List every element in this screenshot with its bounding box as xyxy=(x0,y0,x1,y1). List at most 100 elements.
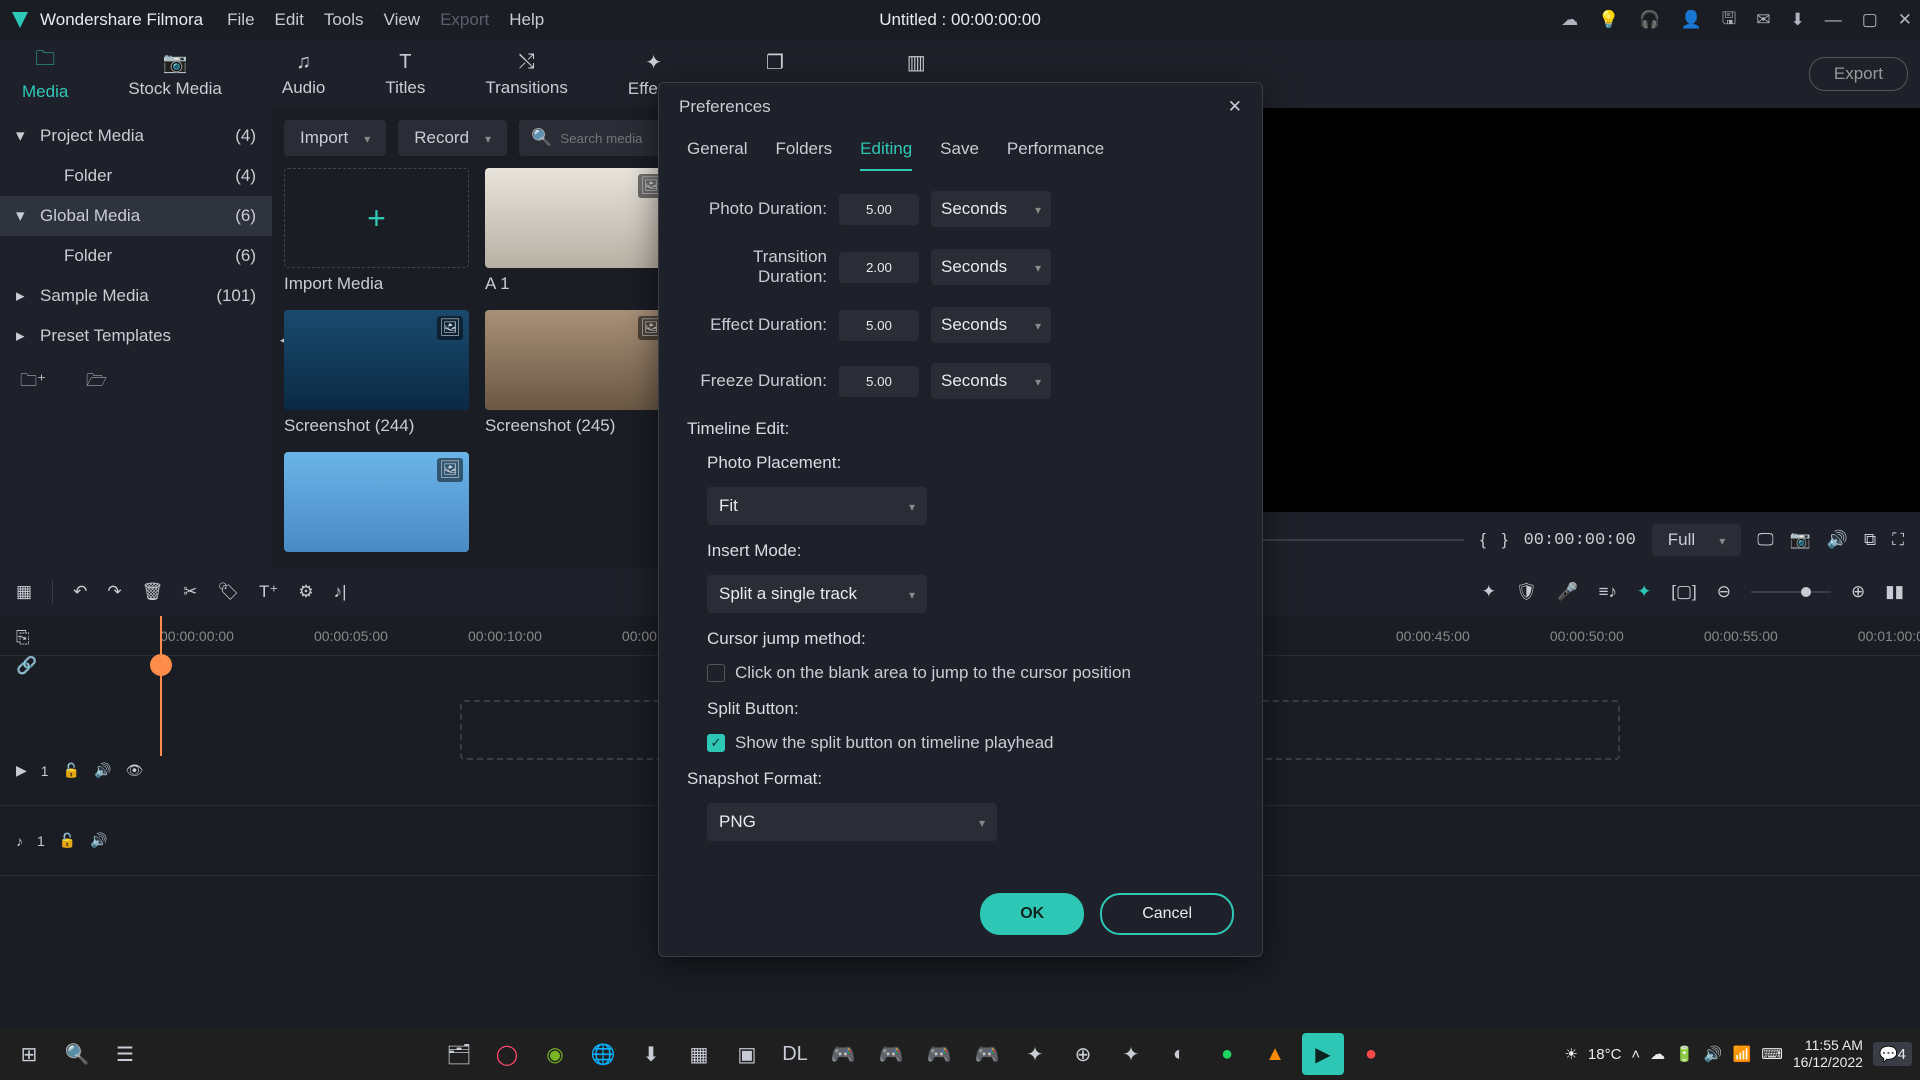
mark-out-icon[interactable]: } xyxy=(1502,530,1508,550)
mute-icon[interactable]: 🔊 xyxy=(94,762,111,779)
snapshot-icon[interactable]: 📷 xyxy=(1790,530,1811,550)
sidebar-preset-templates[interactable]: ▸Preset Templates xyxy=(0,316,272,356)
adjust-icon[interactable]: ⚙ xyxy=(298,582,313,602)
sidebar-folder-2[interactable]: Folder(6) xyxy=(0,236,272,276)
taskbar-opera-icon[interactable]: ◯ xyxy=(486,1033,528,1075)
taskbar-explorer-icon[interactable]: 🗂 xyxy=(438,1033,480,1075)
photo-duration-input[interactable] xyxy=(839,194,919,225)
audio-mix-icon[interactable]: ≡♪ xyxy=(1599,582,1617,602)
tray-onedrive-icon[interactable]: ☁ xyxy=(1650,1045,1665,1063)
zoom-in-icon[interactable]: ⊕ xyxy=(1851,582,1865,602)
ok-button[interactable]: OK xyxy=(980,893,1084,935)
tab-general[interactable]: General xyxy=(687,139,747,171)
close-icon[interactable]: ✕ xyxy=(1898,10,1912,30)
minimize-icon[interactable]: — xyxy=(1825,10,1842,30)
sidebar-global-media[interactable]: ▾Global Media(6) xyxy=(0,196,272,236)
media-item[interactable]: 🖼Screenshot (245) xyxy=(485,310,670,436)
photo-placement-select[interactable]: Fit xyxy=(707,487,927,525)
taskbar-vlc-icon[interactable]: ▲ xyxy=(1254,1033,1296,1075)
pip-icon[interactable]: ⧉ xyxy=(1864,530,1876,550)
cancel-button[interactable]: Cancel xyxy=(1100,893,1234,935)
notification-center-icon[interactable]: 💬4 xyxy=(1873,1042,1912,1066)
freeze-duration-unit[interactable]: Seconds xyxy=(931,363,1051,399)
menu-tools[interactable]: Tools xyxy=(324,10,364,30)
import-dropdown[interactable]: Import xyxy=(284,120,386,156)
undo-icon[interactable]: ↶ xyxy=(73,582,87,602)
maximize-icon[interactable]: ▢ xyxy=(1862,10,1878,30)
headphones-icon[interactable]: 🎧 xyxy=(1639,10,1660,30)
download-icon[interactable]: ⬇ xyxy=(1790,10,1804,30)
task-view-icon[interactable]: ☰ xyxy=(104,1033,146,1075)
taskbar-app-icon[interactable]: ✦ xyxy=(1014,1033,1056,1075)
audio-levels-icon[interactable]: ♪| xyxy=(334,582,347,602)
menu-file[interactable]: File xyxy=(227,10,254,30)
cloud-icon[interactable]: ☁ xyxy=(1561,10,1578,30)
tray-battery-icon[interactable]: 🔋 xyxy=(1675,1045,1694,1063)
quality-dropdown[interactable]: Full xyxy=(1652,524,1741,556)
save-icon[interactable]: 🖫 xyxy=(1722,6,1736,35)
display-icon[interactable]: 🖵 xyxy=(1757,530,1773,550)
tab-folders[interactable]: Folders xyxy=(775,139,832,171)
zoom-out-icon[interactable]: ⊖ xyxy=(1717,582,1731,602)
taskbar-app-icon[interactable]: 🎮 xyxy=(966,1033,1008,1075)
taskbar-app-icon[interactable]: ▦ xyxy=(678,1033,720,1075)
taskbar-clock[interactable]: 11:55 AM 16/12/2022 xyxy=(1793,1037,1863,1071)
split-button-checkbox[interactable]: ✓ xyxy=(707,734,725,752)
tray-wifi-icon[interactable]: 📶 xyxy=(1733,1045,1752,1063)
tab-performance[interactable]: Performance xyxy=(1007,139,1104,171)
photo-duration-unit[interactable]: Seconds xyxy=(931,191,1051,227)
ribbon-audio[interactable]: ♫Audio xyxy=(272,45,335,104)
sidebar-folder-1[interactable]: Folder(4) xyxy=(0,156,272,196)
taskbar-search-icon[interactable]: 🔍 xyxy=(56,1033,98,1075)
marker-icon[interactable]: ✦ xyxy=(1637,582,1651,602)
folder-open-icon[interactable]: 🗁 xyxy=(86,368,107,397)
volume-icon[interactable]: 🔊 xyxy=(1827,530,1848,550)
tag-icon[interactable]: 🏷 xyxy=(217,582,239,602)
cut-icon[interactable]: ✂ xyxy=(183,582,197,602)
taskbar-app-icon[interactable]: ◐ xyxy=(1158,1033,1200,1075)
text-edit-icon[interactable]: T⁺ xyxy=(259,582,278,602)
new-folder-icon[interactable]: 🗀⁺ xyxy=(20,368,46,397)
ribbon-titles[interactable]: TTitles xyxy=(375,45,435,104)
sidebar-sample-media[interactable]: ▸Sample Media(101) xyxy=(0,276,272,316)
tray-expand-icon[interactable]: ˄ xyxy=(1631,1046,1640,1063)
timeline-match-icon[interactable]: ⎘ xyxy=(16,628,37,648)
dialog-close-icon[interactable]: ✕ xyxy=(1228,97,1242,117)
taskbar-app-icon[interactable]: ✦ xyxy=(1110,1033,1152,1075)
cursor-jump-checkbox[interactable] xyxy=(707,664,725,682)
fullscreen-icon[interactable]: ⛶ xyxy=(1892,530,1904,550)
mark-in-icon[interactable]: { xyxy=(1480,530,1486,550)
menu-edit[interactable]: Edit xyxy=(275,10,304,30)
media-item[interactable]: 🖼 xyxy=(284,452,469,558)
weather-icon[interactable]: ☀ xyxy=(1564,1045,1577,1063)
mic-icon[interactable]: 🎤 xyxy=(1557,582,1578,602)
effect-duration-unit[interactable]: Seconds xyxy=(931,307,1051,343)
transition-duration-input[interactable] xyxy=(839,252,919,283)
taskbar-nvidia-icon[interactable]: ◉ xyxy=(534,1033,576,1075)
lock-icon[interactable]: 🔓 xyxy=(63,762,80,779)
toolbar-grid-icon[interactable]: ▦ xyxy=(16,582,32,602)
media-item[interactable]: 🖼A 1 xyxy=(485,168,670,294)
taskbar-chrome-icon[interactable]: 🌐 xyxy=(582,1033,624,1075)
shield-icon[interactable]: 🛡 xyxy=(1516,582,1538,602)
menu-help[interactable]: Help xyxy=(509,10,544,30)
taskbar-app-icon[interactable]: ● xyxy=(1350,1033,1392,1075)
effect-duration-input[interactable] xyxy=(839,310,919,341)
sidebar-project-media[interactable]: ▾Project Media(4) xyxy=(0,116,272,156)
taskbar-filmora-icon[interactable]: ▶ xyxy=(1302,1033,1344,1075)
start-button[interactable]: ⊞ xyxy=(8,1033,50,1075)
mail-icon[interactable]: ✉ xyxy=(1756,10,1770,30)
taskbar-app-icon[interactable]: DL xyxy=(774,1033,816,1075)
tray-volume-icon[interactable]: 🔊 xyxy=(1704,1045,1723,1063)
insert-mode-select[interactable]: Split a single track xyxy=(707,575,927,613)
export-button[interactable]: Export xyxy=(1809,57,1908,91)
timeline-link-icon[interactable]: 🔗 xyxy=(16,656,37,676)
freeze-duration-input[interactable] xyxy=(839,366,919,397)
tab-save[interactable]: Save xyxy=(940,139,979,171)
taskbar-app-icon[interactable]: 🎮 xyxy=(822,1033,864,1075)
snapshot-format-select[interactable]: PNG xyxy=(707,803,997,841)
zoom-slider[interactable] xyxy=(1751,591,1831,593)
taskbar-app-icon[interactable]: 🎮 xyxy=(870,1033,912,1075)
fit-icon[interactable]: [▢] xyxy=(1671,582,1697,602)
ribbon-stock-media[interactable]: 📷Stock Media xyxy=(118,44,232,105)
